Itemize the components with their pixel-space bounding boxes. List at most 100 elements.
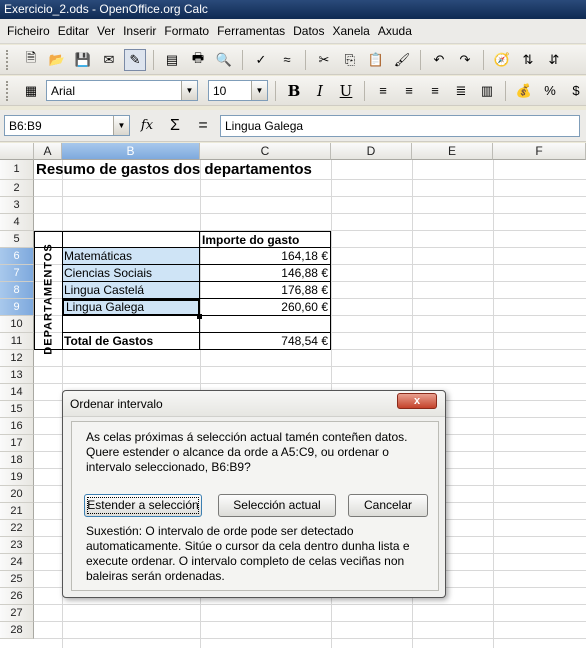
department-name-cell[interactable]: Lingua Castelá — [62, 282, 200, 299]
new-document-icon[interactable]: 🗎 — [20, 49, 42, 71]
align-center-icon[interactable]: ≡ — [398, 80, 420, 102]
format-paintbrush-icon[interactable]: 🖌 — [391, 49, 413, 71]
department-name-cell[interactable]: Matemáticas — [62, 248, 200, 265]
bold-icon[interactable]: B — [283, 80, 305, 102]
sort-ascending-icon[interactable]: ⇅ — [517, 49, 539, 71]
open-folder-icon[interactable]: 📂 — [46, 49, 68, 71]
row-header[interactable]: 19 — [0, 469, 34, 486]
row-header[interactable]: 14 — [0, 384, 34, 401]
header-amount-cell[interactable]: Importe do gasto — [200, 232, 330, 249]
select-all-corner[interactable] — [0, 143, 34, 160]
chevron-down-icon[interactable]: ▼ — [181, 81, 197, 100]
department-name-cell[interactable]: Ciencias Sociais — [62, 265, 200, 282]
spellcheck-icon[interactable]: ✓ — [250, 49, 272, 71]
row-header[interactable]: 25 — [0, 571, 34, 588]
column-header-d[interactable]: D — [331, 143, 412, 160]
align-right-icon[interactable]: ≡ — [424, 80, 446, 102]
sort-descending-icon[interactable]: ⇵ — [543, 49, 565, 71]
row-header[interactable]: 5 — [0, 231, 34, 248]
menu-inserir[interactable]: Inserir — [119, 24, 160, 38]
row-header[interactable]: 11 — [0, 333, 34, 350]
function-wizard-icon[interactable]: fx — [136, 115, 158, 137]
column-header-e[interactable]: E — [412, 143, 493, 160]
menu-axuda[interactable]: Axuda — [374, 24, 416, 38]
menu-ficheiro[interactable]: Ficheiro — [3, 24, 54, 38]
menu-ver[interactable]: Ver — [93, 24, 119, 38]
total-amount-cell[interactable]: 748,54 € — [200, 333, 330, 350]
font-name-select[interactable]: Arial ▼ — [46, 80, 198, 101]
column-header-c[interactable]: C — [200, 143, 331, 160]
menu-formato[interactable]: Formato — [160, 24, 213, 38]
print-icon[interactable]: 🖶 — [187, 49, 209, 71]
row-header[interactable]: 3 — [0, 197, 34, 214]
copy-icon[interactable]: ⎘ — [339, 49, 361, 71]
row-header[interactable]: 6 — [0, 248, 34, 265]
export-pdf-icon[interactable]: ▤ — [161, 49, 183, 71]
email-icon[interactable]: ✉ — [98, 49, 120, 71]
active-cell[interactable]: Lingua Galega — [62, 299, 200, 316]
row-header[interactable]: 18 — [0, 452, 34, 469]
formula-input[interactable]: Lingua Galega — [220, 114, 580, 137]
column-header-b[interactable]: B — [62, 143, 200, 160]
row-header[interactable]: 10 — [0, 316, 34, 333]
chevron-down-icon[interactable]: ▼ — [113, 116, 129, 135]
extend-selection-button[interactable]: Estender a selección — [84, 494, 202, 517]
save-icon[interactable]: 💾 — [72, 49, 94, 71]
vertical-label-cell[interactable]: DEPARTAMENTOS — [35, 243, 62, 354]
row-header[interactable]: 28 — [0, 622, 34, 639]
column-header-f[interactable]: F — [493, 143, 586, 160]
menu-xanela[interactable]: Xanela — [328, 24, 373, 38]
row-header[interactable]: 1 — [0, 160, 34, 180]
italic-icon[interactable]: I — [309, 80, 331, 102]
row-header[interactable]: 26 — [0, 588, 34, 605]
navigator-icon[interactable]: 🧭 — [491, 49, 513, 71]
toolbar-grip[interactable] — [6, 49, 12, 70]
print-preview-icon[interactable]: 🔍 — [213, 49, 235, 71]
edit-file-icon[interactable]: ✎ — [124, 48, 146, 71]
sum-icon[interactable]: Σ — [164, 115, 186, 137]
thousands-separator-icon[interactable]: $ — [565, 80, 586, 102]
underline-icon[interactable]: U — [335, 80, 357, 102]
row-header[interactable]: 13 — [0, 367, 34, 384]
department-amount-cell[interactable]: 146,88 € — [200, 265, 330, 282]
styles-icon[interactable]: ▦ — [20, 80, 42, 102]
name-box[interactable]: B6:B9 ▼ — [4, 115, 130, 136]
menu-datos[interactable]: Datos — [289, 24, 328, 38]
row-header[interactable]: 9 — [0, 299, 34, 316]
row-header[interactable]: 27 — [0, 605, 34, 622]
row-header[interactable]: 24 — [0, 554, 34, 571]
menu-ferramentas[interactable]: Ferramentas — [213, 24, 289, 38]
row-header[interactable]: 16 — [0, 418, 34, 435]
row-header[interactable]: 15 — [0, 401, 34, 418]
toolbar-grip[interactable] — [6, 80, 12, 101]
department-amount-cell[interactable]: 260,60 € — [200, 299, 330, 316]
row-header[interactable]: 17 — [0, 435, 34, 452]
current-selection-button[interactable]: Selección actual — [218, 494, 336, 517]
font-size-select[interactable]: 10 ▼ — [208, 80, 268, 101]
justify-icon[interactable]: ≣ — [450, 80, 472, 102]
autospell-icon[interactable]: ≈ — [276, 49, 298, 71]
row-header[interactable]: 4 — [0, 214, 34, 231]
percent-icon[interactable]: % — [539, 80, 561, 102]
chevron-down-icon[interactable]: ▼ — [251, 81, 267, 100]
paste-icon[interactable]: 📋 — [365, 49, 387, 71]
merge-cells-icon[interactable]: ▥ — [476, 80, 498, 102]
department-amount-cell[interactable]: 176,88 € — [200, 282, 330, 299]
column-header-a[interactable]: A — [34, 143, 62, 160]
total-label-cell[interactable]: Total de Gastos — [62, 333, 200, 350]
currency-icon[interactable]: 💰 — [513, 80, 535, 102]
row-header[interactable]: 21 — [0, 503, 34, 520]
close-icon[interactable]: x — [397, 393, 437, 409]
formula-icon[interactable]: = — [192, 115, 214, 137]
row-header[interactable]: 7 — [0, 265, 34, 282]
cut-icon[interactable]: ✂ — [313, 49, 335, 71]
row-header[interactable]: 20 — [0, 486, 34, 503]
sheet-title[interactable]: Resumo de gastos dos departamentos — [34, 160, 354, 180]
row-header[interactable]: 22 — [0, 520, 34, 537]
row-header[interactable]: 8 — [0, 282, 34, 299]
redo-icon[interactable]: ↷ — [454, 49, 476, 71]
row-header[interactable]: 2 — [0, 180, 34, 197]
row-header[interactable]: 12 — [0, 350, 34, 367]
fill-handle[interactable] — [197, 314, 202, 319]
undo-icon[interactable]: ↶ — [428, 49, 450, 71]
